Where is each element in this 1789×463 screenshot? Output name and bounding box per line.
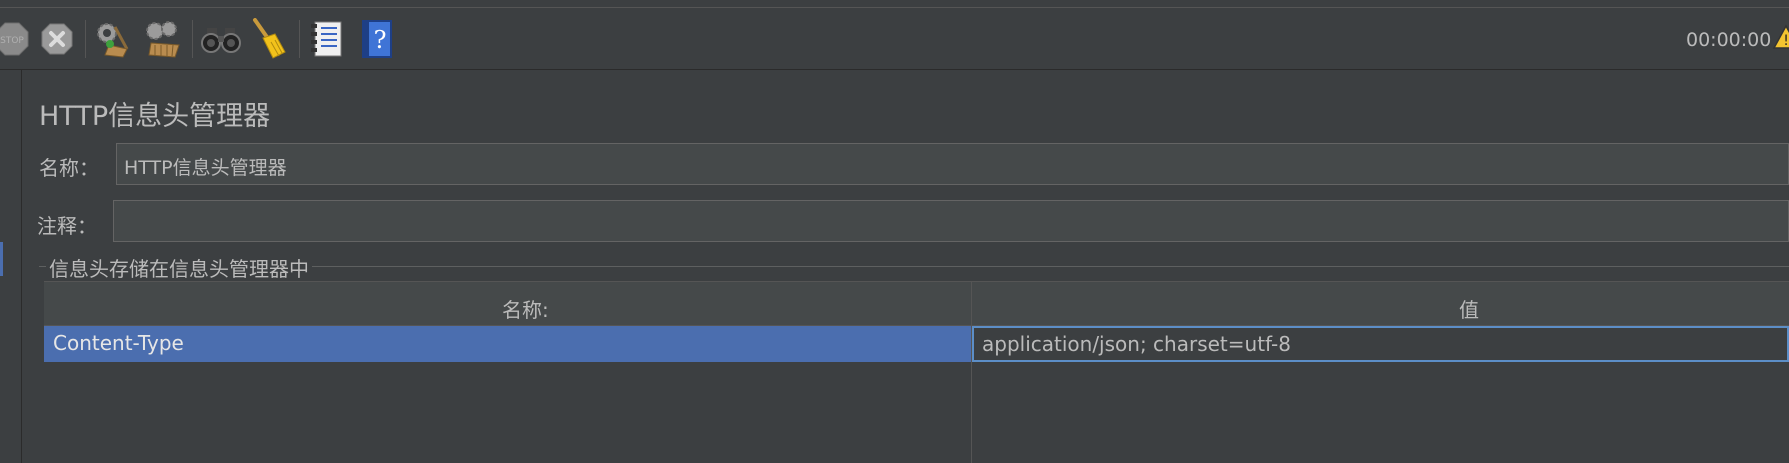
column-divider	[971, 281, 972, 463]
headers-table[interactable]: 名称: 值 Content-Type application/json; cha…	[44, 281, 1789, 463]
reset-search-button[interactable]	[248, 18, 288, 60]
broom-icon	[253, 18, 286, 59]
name-field[interactable]: HTTP信息头管理器	[116, 143, 1789, 185]
elapsed-timer: 00:00:00	[1686, 29, 1772, 51]
header-manager-panel: HTTP信息头管理器 名称： HTTP信息头管理器 注释： 信息头存储在信息头管…	[23, 70, 1789, 463]
help-button[interactable]: ?	[357, 18, 397, 60]
help-book-icon: ?	[362, 20, 392, 58]
function-helper-button[interactable]	[308, 18, 348, 60]
column-header-name[interactable]: 名称:	[502, 294, 549, 323]
group-title: 信息头存储在信息头管理器中	[46, 253, 312, 282]
toolbar: STOP ? 00:00:00 !	[0, 0, 1789, 70]
cell-header-value[interactable]: application/json; charset=utf-8	[972, 326, 1789, 362]
svg-text:?: ?	[374, 26, 387, 54]
tree-panel-edge	[0, 70, 22, 463]
clear-button[interactable]	[92, 18, 132, 60]
shutdown-icon	[41, 23, 73, 55]
broom-gear-icon	[97, 23, 129, 58]
list-icon	[311, 21, 342, 57]
table-row[interactable]: Content-Type application/json; charset=u…	[44, 326, 1789, 362]
tree-selection-marker	[0, 242, 3, 276]
column-header-value[interactable]: 值	[1459, 294, 1479, 323]
binoculars-icon	[201, 28, 241, 53]
cell-header-name[interactable]: Content-Type	[44, 326, 971, 362]
svg-text:!: !	[1783, 33, 1789, 49]
warning-icon[interactable]: !	[1772, 24, 1789, 54]
stop-icon: STOP	[0, 22, 29, 56]
comment-label: 注释：	[37, 214, 97, 238]
shutdown-button[interactable]	[37, 18, 77, 60]
toolbar-separator	[192, 20, 193, 58]
search-button[interactable]	[201, 18, 241, 60]
table-header: 名称: 值	[44, 281, 1789, 326]
svg-text:STOP: STOP	[0, 36, 24, 46]
name-label: 名称：	[39, 156, 99, 180]
page-title: HTTP信息头管理器	[39, 101, 271, 132]
toolbar-top-border	[0, 7, 1789, 8]
comment-field[interactable]	[113, 200, 1789, 242]
broom-gear-all-icon	[146, 21, 180, 58]
stop-button[interactable]: STOP	[0, 18, 32, 60]
toolbar-separator	[85, 20, 86, 58]
clear-all-button[interactable]	[143, 18, 183, 60]
toolbar-separator	[299, 20, 300, 58]
